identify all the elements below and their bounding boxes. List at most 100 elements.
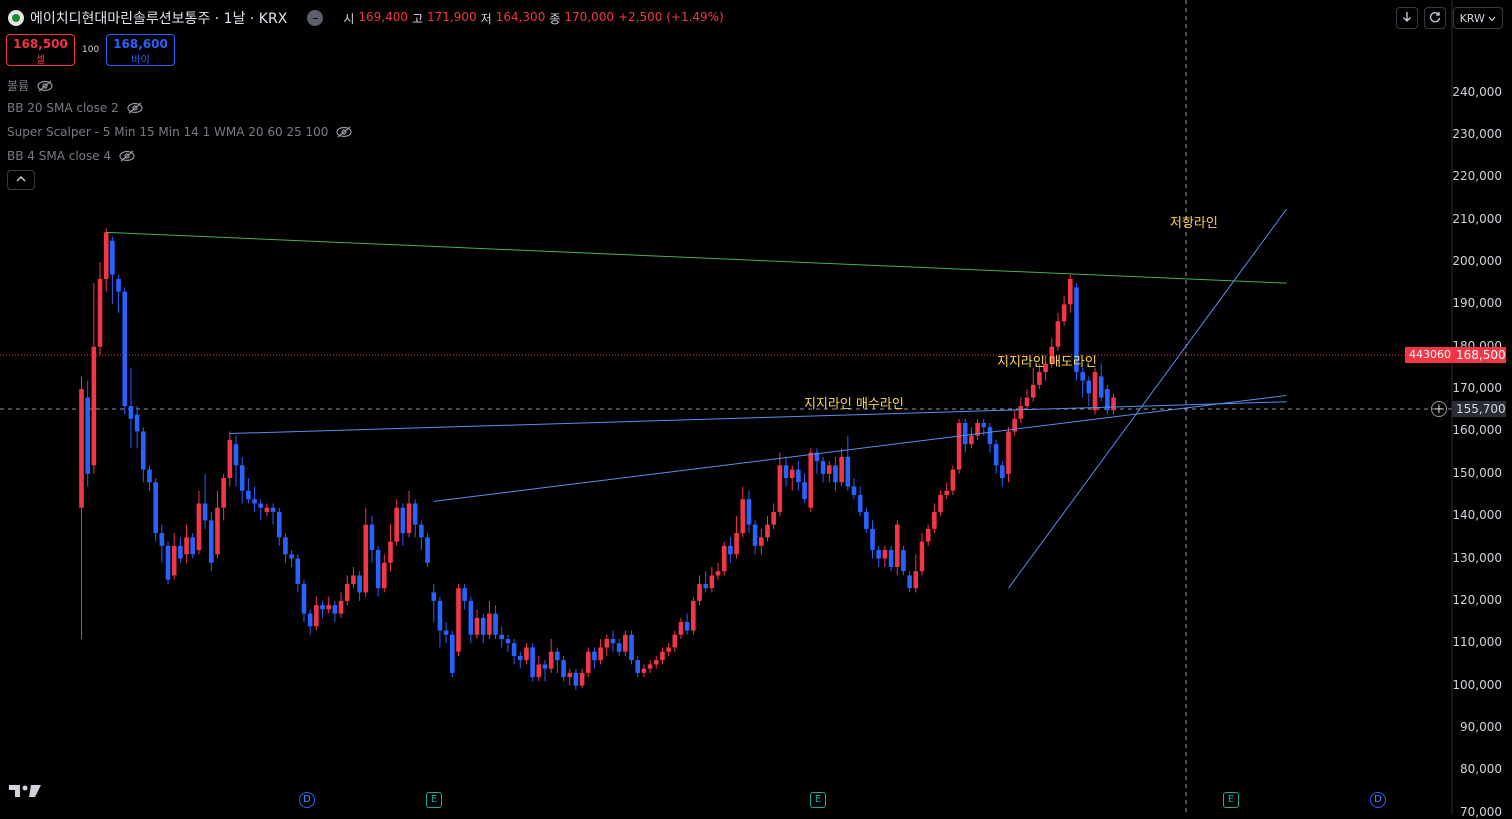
hidden-eye-icon[interactable] [127, 102, 143, 114]
sell-button[interactable]: 168,500 셀 [6, 34, 75, 66]
candle-body [802, 482, 807, 500]
candle-body [153, 482, 158, 534]
candle [845, 435, 851, 491]
refresh-button[interactable] [1424, 7, 1446, 29]
buy-price: 168,600 [113, 37, 168, 51]
symbol-title[interactable]: 에이치디현대마린솔루션보통주 · 1날 · KRX [30, 8, 287, 28]
candle-body [894, 524, 900, 567]
candle [419, 520, 424, 551]
candle [783, 456, 789, 487]
candle-body [715, 571, 721, 576]
support-buy-annotation[interactable]: 지지라인 매수라인 [804, 393, 904, 412]
candle-body [1111, 397, 1116, 411]
candle-body [517, 655, 523, 661]
candle-body [962, 422, 968, 445]
candle-body [462, 588, 467, 601]
order-quantity[interactable]: 100 [82, 45, 99, 55]
candle-body [202, 503, 208, 521]
candle [672, 630, 678, 652]
collapse-indicators-button[interactable] [7, 170, 35, 190]
earnings-event-icon[interactable]: E [810, 792, 826, 808]
candle-body [555, 651, 560, 661]
indicator-label: BB 20 SMA close 2 [7, 101, 119, 115]
candle-body [592, 651, 597, 661]
candle [239, 456, 245, 504]
candle-body [530, 647, 535, 678]
candle [258, 499, 264, 521]
collapse-legend-icon[interactable]: – [307, 10, 324, 26]
low-value: 164,300 [495, 9, 546, 24]
candle [542, 660, 548, 682]
candle-body [777, 465, 783, 512]
indicator-super-scalper[interactable]: Super Scalper - 5 Min 15 Min 14 1 WMA 20… [7, 125, 353, 139]
candle-body [382, 562, 387, 589]
candle [431, 583, 437, 623]
price-axis-label: 110,000 [1452, 635, 1502, 650]
download-button[interactable] [1396, 7, 1418, 29]
candle [1105, 384, 1110, 415]
tradingview-logo-icon[interactable] [8, 783, 42, 799]
candle-body [536, 664, 542, 678]
dividend-event-icon[interactable]: D [1370, 792, 1386, 808]
candle [122, 287, 128, 415]
candle-body [227, 439, 233, 479]
candle-body [369, 524, 375, 551]
candle-body [1086, 380, 1092, 394]
candle-body [122, 291, 128, 407]
candle-body [487, 613, 492, 635]
candle [969, 427, 974, 449]
candle [641, 664, 647, 678]
candle [357, 571, 362, 601]
candle-body [307, 613, 313, 627]
candle-body [480, 617, 486, 635]
candle-body [239, 465, 245, 491]
buy-button[interactable]: 168,600 바이 [106, 34, 175, 66]
hidden-eye-icon[interactable] [119, 150, 135, 162]
support-sell-annotation[interactable]: 지지라인 매도라인 [997, 351, 1097, 370]
candle [555, 647, 560, 673]
earnings-event-icon[interactable]: E [1223, 792, 1239, 808]
candle [202, 473, 208, 529]
candle [196, 490, 202, 555]
add-alert-plus-icon[interactable]: + [1431, 401, 1447, 417]
hidden-eye-icon[interactable] [336, 126, 353, 138]
earnings-event-icon[interactable]: E [426, 792, 442, 808]
currency-select[interactable]: KRW [1453, 7, 1503, 29]
crosshair-price-tag: 155,700 [1452, 401, 1506, 417]
candle [796, 461, 801, 491]
candle-body [1000, 465, 1005, 479]
price-axis-label: 90,000 [1460, 719, 1502, 734]
price-chart[interactable] [0, 0, 1512, 815]
candle-body [375, 550, 381, 589]
candle-body [919, 541, 925, 572]
support_sell-trendline[interactable] [229, 401, 1287, 435]
candle [425, 533, 430, 567]
candle [697, 575, 702, 606]
candle [153, 478, 158, 542]
resistance-trendline[interactable] [106, 231, 1287, 284]
candle-body [573, 672, 579, 686]
candle-body [233, 444, 239, 466]
current-price-tag: 168,500 [1452, 347, 1506, 363]
candle-body [721, 545, 727, 572]
candle [833, 456, 838, 491]
arrow-down-icon [1403, 12, 1411, 22]
candle [487, 600, 492, 640]
dividend-event-icon[interactable]: D [299, 792, 315, 808]
candle-body [190, 537, 196, 555]
candle [857, 486, 863, 517]
candle [134, 406, 140, 449]
indicator-volume[interactable]: 볼륨 [7, 77, 53, 94]
indicator-bb-20[interactable]: BB 20 SMA close 2 [7, 101, 143, 115]
resistance-annotation[interactable]: 저항라인 [1170, 212, 1218, 231]
candle [888, 545, 894, 572]
buy-label: 바이 [131, 55, 150, 66]
candle [178, 537, 183, 563]
indicator-bb-4[interactable]: BB 4 SMA close 4 [7, 149, 135, 163]
candle-body [542, 664, 548, 669]
uptrend-trendline[interactable] [1008, 208, 1288, 589]
chevron-up-icon [16, 176, 26, 182]
candle [579, 668, 585, 688]
hidden-eye-icon[interactable] [37, 80, 53, 92]
candle [314, 596, 319, 631]
